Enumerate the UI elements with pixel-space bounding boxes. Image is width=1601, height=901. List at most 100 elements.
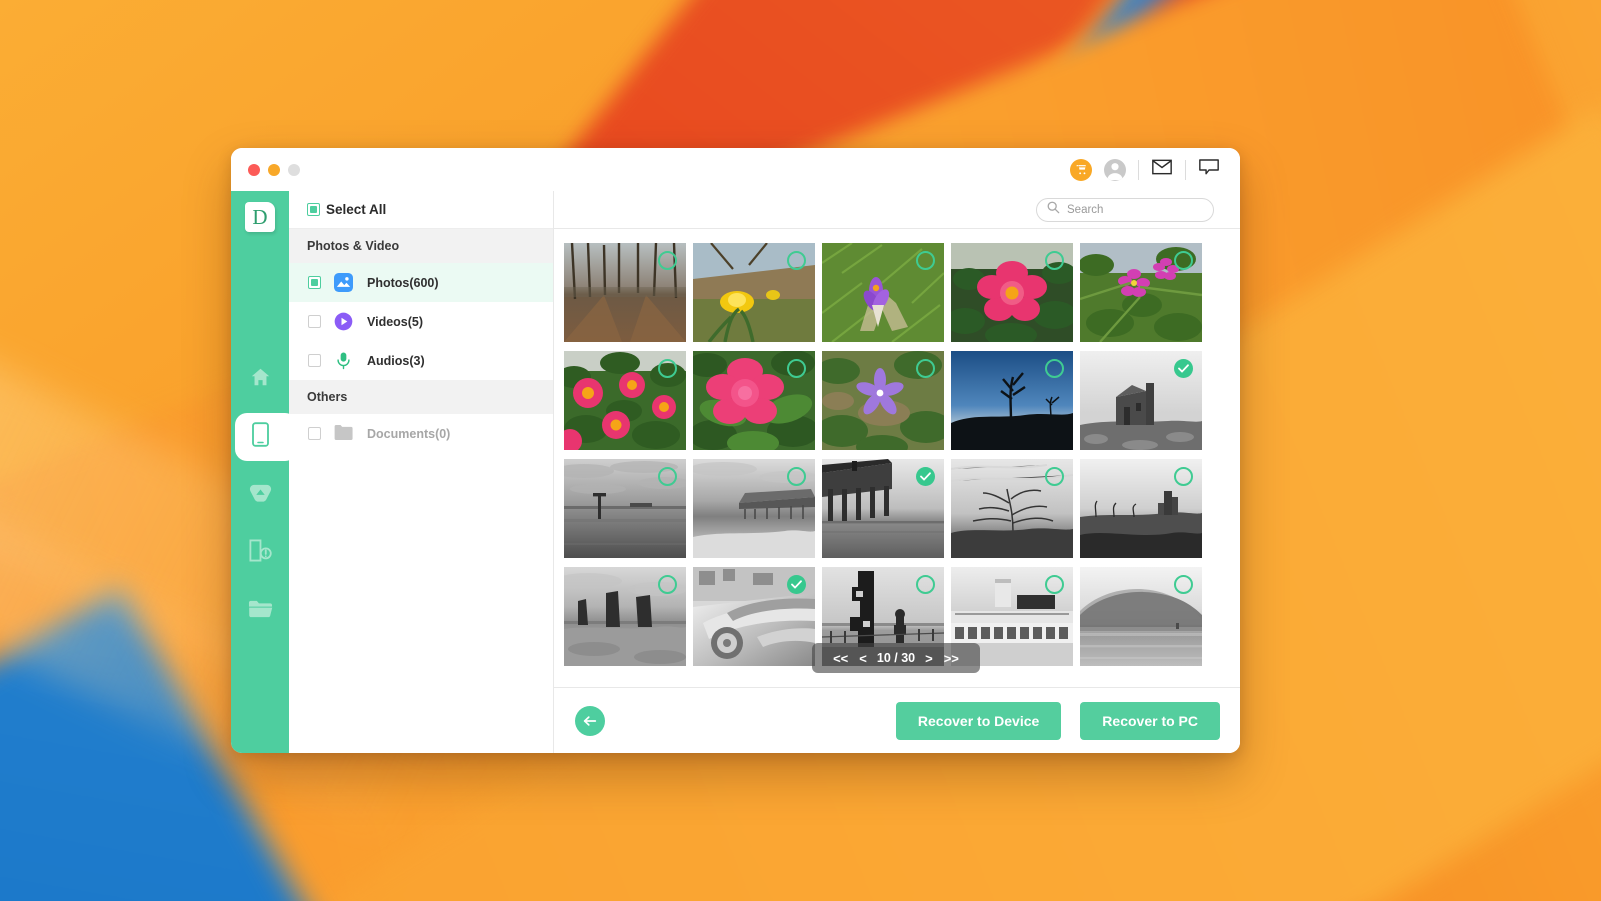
sidebar-item-documents-label: Documents(0) [367, 426, 451, 441]
recover-to-pc-button[interactable]: Recover to PC [1080, 701, 1220, 740]
category-sidebar: Select All Photos & Video Photos(600) Vi… [289, 191, 554, 753]
mail-icon [1152, 159, 1172, 180]
photos-icon [334, 273, 353, 292]
photo-thumbnail[interactable] [822, 459, 944, 558]
photo-thumbnail[interactable] [564, 459, 686, 558]
group-header-photos-video: Photos & Video [289, 229, 553, 263]
photo-thumbnail[interactable] [1080, 351, 1202, 450]
videos-icon [334, 312, 353, 331]
titlebar-actions [1064, 155, 1226, 185]
pagination-last-button[interactable]: >> [940, 652, 963, 665]
select-all-label: Select All [326, 202, 387, 217]
feedback-button[interactable] [1192, 155, 1226, 185]
window-body: D Select All Photos & Video Photos(600) … [231, 191, 1240, 753]
documents-checkbox[interactable] [308, 427, 321, 440]
photo-checkbox-unchecked[interactable] [658, 251, 677, 270]
pagination-prev-button[interactable]: < [855, 652, 871, 665]
photo-thumbnail[interactable] [1080, 567, 1202, 666]
photo-checkbox-checked[interactable] [787, 575, 806, 594]
photo-thumbnail[interactable] [564, 243, 686, 342]
toolbar-divider-2 [1185, 159, 1186, 180]
photo-grid-area: << < 10 / 30 > >> [554, 229, 1240, 687]
audios-checkbox[interactable] [308, 354, 321, 367]
photo-checkbox-unchecked[interactable] [916, 251, 935, 270]
check-icon [791, 580, 802, 589]
photo-checkbox-unchecked[interactable] [787, 467, 806, 486]
photo-thumbnail[interactable] [693, 351, 815, 450]
close-button[interactable] [248, 163, 260, 176]
sidebar-item-audios[interactable]: Audios(3) [289, 341, 553, 380]
content-pane: << < 10 / 30 > >> Recover to Device Reco… [554, 191, 1240, 753]
rail-item-device[interactable] [231, 408, 297, 466]
cart-button[interactable] [1064, 155, 1098, 185]
photo-checkbox-unchecked[interactable] [658, 467, 677, 486]
photo-checkbox-unchecked[interactable] [1045, 251, 1064, 270]
photo-thumbnail[interactable] [564, 567, 686, 666]
photo-thumbnail[interactable] [1080, 459, 1202, 558]
photo-checkbox-checked[interactable] [1174, 359, 1193, 378]
photo-grid [564, 243, 1240, 666]
pagination-first-button[interactable]: << [829, 652, 852, 665]
photo-checkbox-unchecked[interactable] [658, 575, 677, 594]
photo-thumbnail[interactable] [951, 459, 1073, 558]
rail-item-icloud[interactable] [231, 466, 289, 524]
rail-item-fix-system[interactable] [231, 524, 289, 582]
cart-icon [1070, 158, 1092, 181]
mail-button[interactable] [1145, 155, 1179, 185]
sidebar-item-documents[interactable]: Documents(0) [289, 414, 553, 453]
audios-icon [334, 351, 353, 370]
photo-checkbox-unchecked[interactable] [1045, 467, 1064, 486]
documents-icon [334, 424, 353, 443]
sidebar-item-audios-label: Audios(3) [367, 353, 425, 368]
home-icon [249, 366, 272, 393]
photo-checkbox-checked[interactable] [916, 467, 935, 486]
rail-item-home[interactable] [231, 350, 289, 408]
pagination-next-button[interactable]: > [921, 652, 937, 665]
photo-checkbox-unchecked[interactable] [1045, 575, 1064, 594]
sidebar-item-photos-label: Photos(600) [367, 275, 439, 290]
photos-checkbox[interactable] [308, 276, 321, 289]
photo-thumbnail[interactable] [1080, 243, 1202, 342]
sidebar-item-videos[interactable]: Videos(5) [289, 302, 553, 341]
broken-device-icon [248, 538, 272, 568]
account-button[interactable] [1098, 155, 1132, 185]
folder-icon [248, 599, 273, 624]
search-bar [554, 191, 1240, 229]
select-all-row[interactable]: Select All [289, 191, 553, 229]
photo-thumbnail[interactable] [822, 351, 944, 450]
nav-rail: D [231, 191, 297, 753]
arrow-left-icon [583, 715, 597, 726]
pagination-page-label: 10 / 30 [876, 651, 916, 665]
photo-checkbox-unchecked[interactable] [1174, 251, 1193, 270]
recover-to-device-button[interactable]: Recover to Device [895, 701, 1062, 740]
search-field[interactable] [1036, 197, 1214, 222]
photo-checkbox-unchecked[interactable] [1174, 467, 1193, 486]
photo-thumbnail[interactable] [564, 351, 686, 450]
cloud-icon [248, 482, 273, 509]
select-all-checkbox[interactable] [307, 203, 320, 216]
photo-thumbnail[interactable] [951, 243, 1073, 342]
photo-checkbox-unchecked[interactable] [787, 359, 806, 378]
photo-thumbnail[interactable] [693, 459, 815, 558]
search-input[interactable] [1067, 203, 1197, 216]
photo-checkbox-unchecked[interactable] [1045, 359, 1064, 378]
photo-checkbox-unchecked[interactable] [916, 575, 935, 594]
traffic-lights [248, 163, 300, 176]
zoom-button[interactable] [288, 163, 300, 176]
back-button[interactable] [575, 705, 605, 736]
photo-checkbox-unchecked[interactable] [1174, 575, 1193, 594]
sidebar-item-photos[interactable]: Photos(600) [289, 263, 553, 302]
photo-thumbnail[interactable] [822, 243, 944, 342]
rail-item-backup[interactable] [231, 582, 289, 640]
photo-thumbnail[interactable] [693, 567, 815, 666]
photo-thumbnail[interactable] [693, 243, 815, 342]
photo-checkbox-unchecked[interactable] [787, 251, 806, 270]
photo-checkbox-unchecked[interactable] [916, 359, 935, 378]
photo-thumbnail[interactable] [951, 351, 1073, 450]
minimize-button[interactable] [268, 163, 280, 176]
photo-checkbox-unchecked[interactable] [658, 359, 677, 378]
search-icon [1047, 201, 1060, 219]
sidebar-item-videos-label: Videos(5) [367, 314, 424, 329]
videos-checkbox[interactable] [308, 315, 321, 328]
footer-bar: Recover to Device Recover to PC [554, 687, 1240, 753]
